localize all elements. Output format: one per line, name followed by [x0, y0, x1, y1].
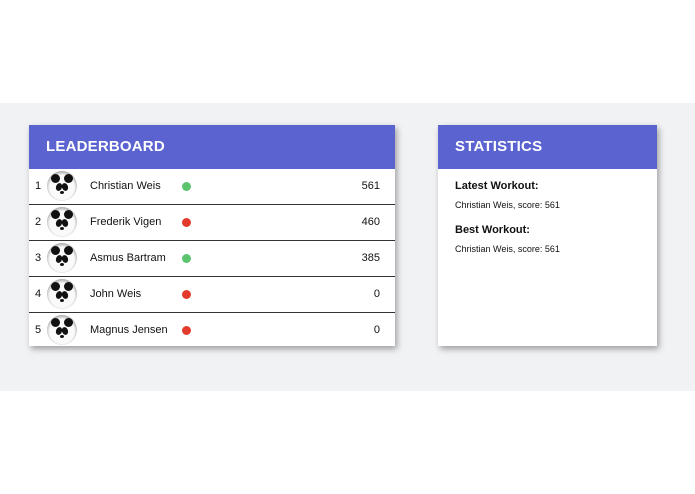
leaderboard-list: 1 Christian Weis 561 2 Frederik Vigen 460 3 Asm…	[29, 169, 395, 348]
player-score: 0	[373, 288, 380, 300]
panda-avatar-icon	[47, 207, 77, 237]
player-name: Frederik Vigen	[90, 216, 162, 228]
panda-avatar-icon	[47, 279, 77, 309]
statistics-title: STATISTICS	[438, 125, 657, 169]
panda-avatar-icon	[47, 243, 77, 273]
status-dot-icon	[182, 218, 191, 227]
rank-number: 5	[35, 324, 42, 336]
player-name: Christian Weis	[90, 180, 161, 192]
status-dot-icon	[182, 182, 191, 191]
leaderboard-row[interactable]: 4 John Weis 0	[29, 277, 395, 313]
player-score: 0	[373, 324, 380, 336]
player-score: 561	[361, 180, 380, 192]
statistics-card: STATISTICS Latest Workout: Christian Wei…	[438, 125, 657, 346]
best-workout-value: Christian Weis, score: 561	[455, 244, 560, 254]
statistics-body: Latest Workout: Christian Weis, score: 5…	[438, 169, 657, 279]
player-score: 385	[361, 252, 380, 264]
rank-number: 4	[35, 288, 42, 300]
leaderboard-card: LEADERBOARD 1 Christian Weis 561 2 Frederik …	[29, 125, 395, 346]
best-workout-label: Best Workout:	[455, 224, 530, 236]
leaderboard-title: LEADERBOARD	[29, 125, 395, 169]
status-dot-icon	[182, 326, 191, 335]
latest-workout-value: Christian Weis, score: 561	[455, 200, 560, 210]
panda-avatar-icon	[47, 171, 77, 201]
rank-number: 3	[35, 252, 42, 264]
rank-number: 2	[35, 216, 42, 228]
player-name: Asmus Bartram	[90, 252, 166, 264]
player-name: John Weis	[90, 288, 142, 300]
leaderboard-row[interactable]: 2 Frederik Vigen 460	[29, 205, 395, 241]
player-name: Magnus Jensen	[90, 324, 168, 336]
rank-number: 1	[35, 180, 42, 192]
status-dot-icon	[182, 254, 191, 263]
leaderboard-row[interactable]: 1 Christian Weis 561	[29, 169, 395, 205]
leaderboard-row[interactable]: 3 Asmus Bartram 385	[29, 241, 395, 277]
panda-avatar-icon	[47, 315, 77, 345]
latest-workout-label: Latest Workout:	[455, 180, 539, 192]
leaderboard-row[interactable]: 5 Magnus Jensen 0	[29, 313, 395, 348]
player-score: 460	[361, 216, 380, 228]
status-dot-icon	[182, 290, 191, 299]
